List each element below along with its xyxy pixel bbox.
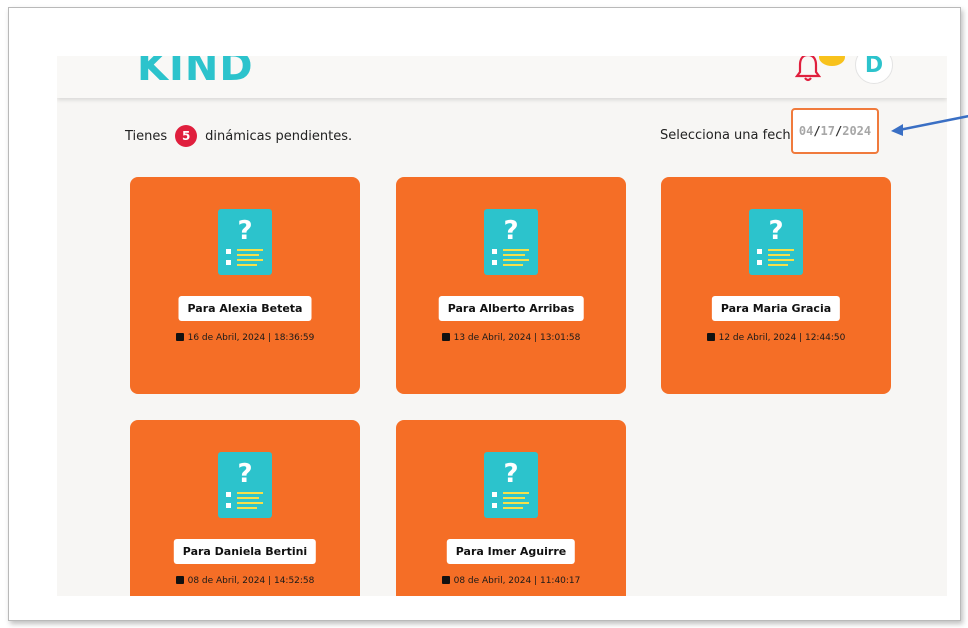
- dynamic-card[interactable]: ? Para Imer Aguirre 08 de Abril, 2024 | …: [396, 420, 626, 596]
- question-document-icon: ?: [218, 209, 272, 275]
- arrow-icon: [891, 114, 968, 136]
- card-date-text: 08 de Abril, 2024 | 14:52:58: [187, 576, 315, 586]
- card-date-text: 08 de Abril, 2024 | 11:40:17: [453, 576, 581, 586]
- dynamic-card[interactable]: ? Para Alexia Beteta 16 de Abril, 2024 |…: [130, 177, 360, 394]
- card-date: 08 de Abril, 2024 | 14:52:58: [130, 576, 360, 586]
- top-bar: KIND D: [57, 56, 947, 98]
- date-month: 04: [798, 124, 814, 138]
- dynamic-card[interactable]: ? Para Maria Gracia 12 de Abril, 2024 | …: [661, 177, 891, 394]
- date-label: Selecciona una fecha:: [660, 128, 803, 143]
- date-separator: /: [835, 124, 843, 138]
- card-date-text: 12 de Abril, 2024 | 12:44:50: [718, 333, 846, 343]
- card-date: 12 de Abril, 2024 | 12:44:50: [661, 333, 891, 343]
- dynamic-card[interactable]: ? Para Alberto Arribas 13 de Abril, 2024…: [396, 177, 626, 394]
- card-date-text: 13 de Abril, 2024 | 13:01:58: [453, 333, 581, 343]
- card-date-text: 16 de Abril, 2024 | 18:36:59: [187, 333, 315, 343]
- question-document-icon: ?: [484, 209, 538, 275]
- calendar-icon: [175, 576, 184, 584]
- pending-count-badge: 5: [175, 125, 198, 147]
- date-separator: /: [813, 124, 821, 138]
- app-window: KIND D Tienes 5 dinámicas pendientes. Se…: [57, 56, 947, 596]
- pending-prefix: Tienes: [125, 128, 168, 144]
- card-date: 08 de Abril, 2024 | 11:40:17: [396, 576, 626, 586]
- pending-suffix: dinámicas pendientes.: [205, 128, 353, 144]
- date-year: 2024: [842, 124, 872, 138]
- calendar-icon: [175, 333, 184, 341]
- svg-text:?: ?: [768, 216, 783, 246]
- card-recipient-label: Para Alexia Beteta: [178, 296, 312, 321]
- question-document-icon: ?: [484, 452, 538, 518]
- card-date: 16 de Abril, 2024 | 18:36:59: [130, 333, 360, 343]
- date-day: 17: [820, 124, 835, 138]
- card-recipient-label: Para Maria Gracia: [711, 296, 841, 321]
- svg-text:?: ?: [503, 459, 518, 489]
- card-recipient-label: Para Alberto Arribas: [438, 296, 584, 321]
- bell-icon[interactable]: [795, 56, 821, 82]
- calendar-icon: [441, 576, 450, 584]
- calendar-icon: [441, 333, 450, 341]
- card-date: 13 de Abril, 2024 | 13:01:58: [396, 333, 626, 343]
- svg-text:?: ?: [503, 216, 518, 246]
- kind-logo[interactable]: KIND: [137, 56, 254, 90]
- question-document-icon: ?: [218, 452, 272, 518]
- pending-summary: Tienes 5 dinámicas pendientes.: [125, 124, 352, 148]
- card-recipient-label: Para Daniela Bertini: [173, 539, 317, 564]
- calendar-icon: [706, 333, 715, 341]
- card-recipient-label: Para Imer Aguirre: [446, 539, 576, 564]
- dynamic-card[interactable]: ? Para Daniela Bertini 08 de Abril, 2024…: [130, 420, 360, 596]
- date-input[interactable]: 04/17/2024: [791, 108, 879, 154]
- question-document-icon: ?: [749, 209, 803, 275]
- avatar[interactable]: D: [855, 56, 893, 84]
- screenshot-frame: KIND D Tienes 5 dinámicas pendientes. Se…: [8, 7, 968, 621]
- svg-text:?: ?: [237, 216, 252, 246]
- notification-badge: [819, 56, 845, 66]
- svg-text:?: ?: [237, 459, 252, 489]
